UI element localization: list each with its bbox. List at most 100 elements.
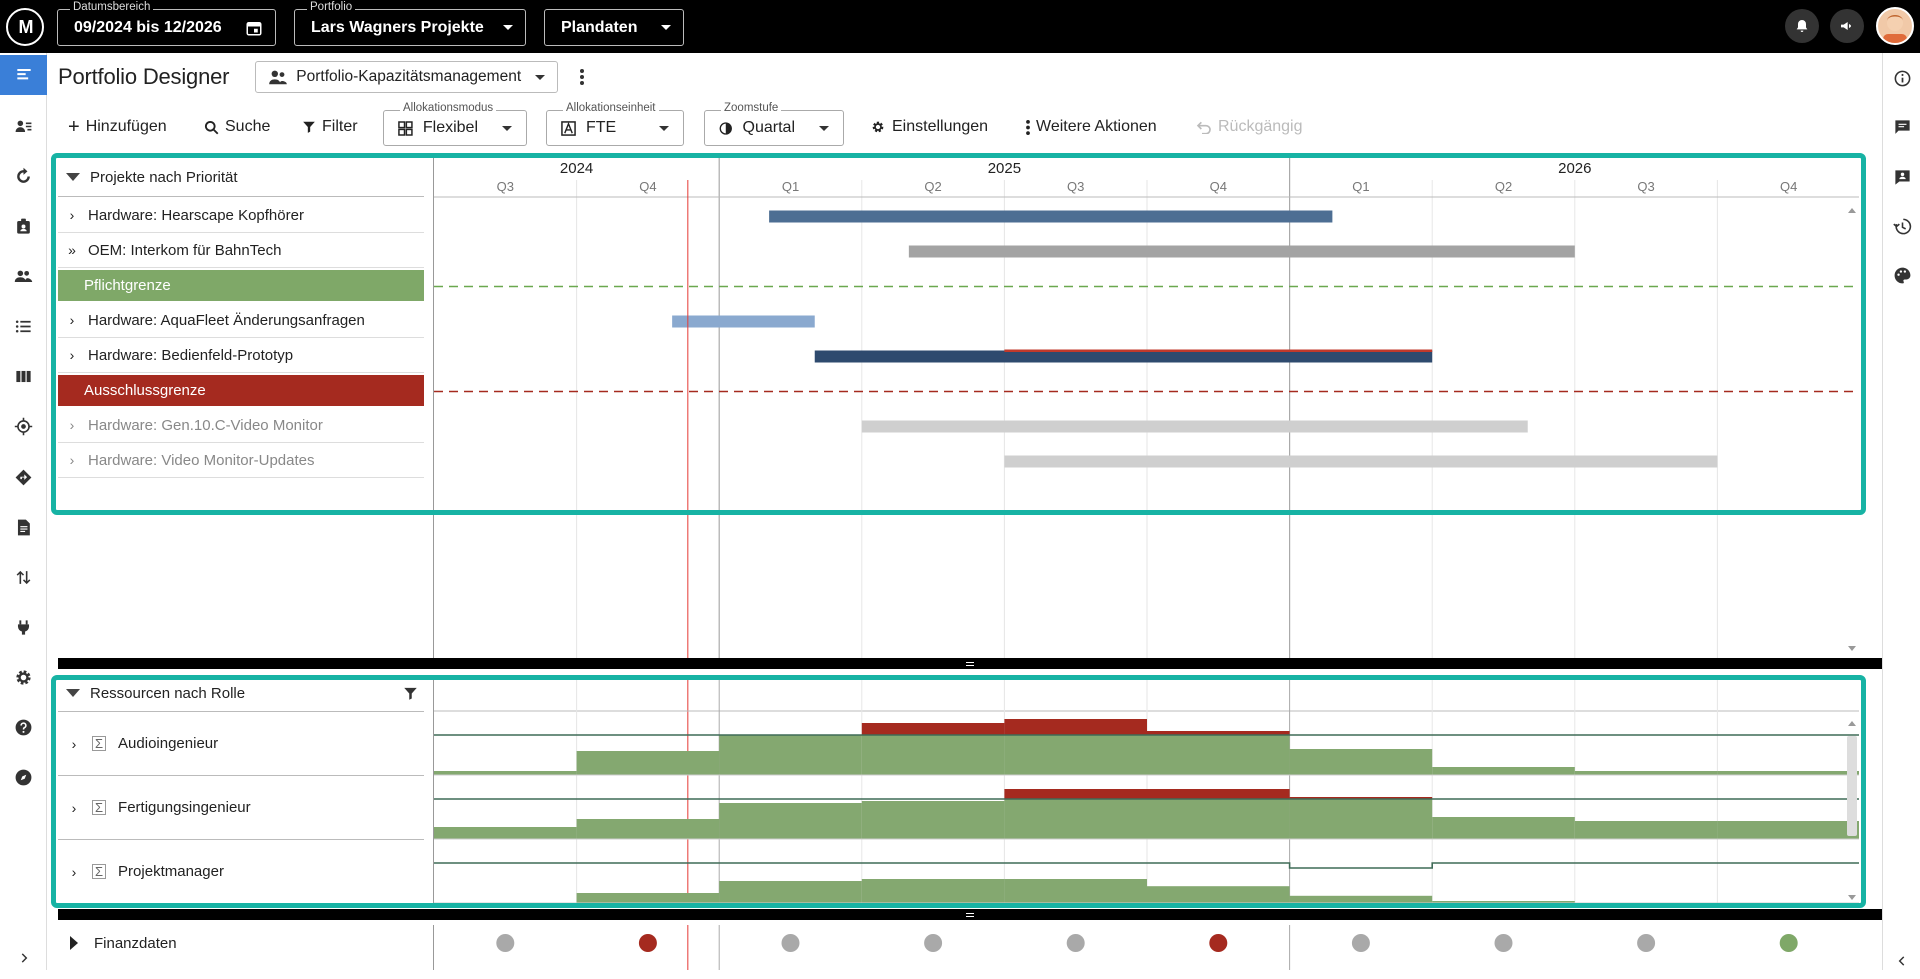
data-mode-selector[interactable]: Plandaten	[544, 9, 684, 46]
project-bar[interactable]	[814, 350, 1433, 363]
portfolio-selector[interactable]: Portfolio Lars Wagners Projekte	[294, 1, 526, 46]
view-menu-button[interactable]	[572, 62, 592, 92]
resource-scrollbar[interactable]	[1847, 736, 1857, 836]
nav-item-bullet-list[interactable]	[0, 306, 47, 346]
app-logo[interactable]: M	[6, 8, 44, 46]
side-panel-palette[interactable]	[1883, 257, 1920, 293]
chevron-right-icon[interactable]: ›	[66, 417, 78, 433]
project-row[interactable]: › Hardware: Video Monitor-Updates	[58, 443, 424, 478]
nav-item-swap[interactable]	[0, 557, 47, 597]
view-selector[interactable]: Portfolio-Kapazitätsmanagement	[255, 61, 559, 93]
announcements-button[interactable]	[1830, 9, 1864, 43]
project-row[interactable]: › Hardware: Gen.10.C-Video Monitor	[58, 408, 424, 443]
more-actions-label: Weitere Aktionen	[1036, 118, 1157, 135]
nav-item-refresh[interactable]	[0, 156, 47, 196]
zoom-level-select[interactable]: Zoomstufe Quartal	[704, 102, 844, 146]
project-bar[interactable]	[908, 245, 1575, 258]
resource-list: Ressourcen nach Rolle › Σ Audioingenieur › Σ…	[58, 676, 424, 906]
filter-icon[interactable]	[403, 686, 418, 701]
finance-status-dot[interactable]	[1351, 934, 1370, 952]
chevron-right-icon[interactable]: ›	[68, 864, 80, 880]
scroll-down-icon[interactable]	[1848, 895, 1856, 900]
finance-status-dot[interactable]	[1066, 934, 1085, 952]
resource-row[interactable]: › Σ Audioingenieur	[58, 712, 424, 776]
project-bar[interactable]	[672, 315, 815, 328]
chevron-right-icon[interactable]: ›	[66, 452, 78, 468]
finance-status-dot[interactable]	[638, 934, 657, 952]
chevron-right-icon[interactable]: ›	[66, 312, 78, 328]
project-group-header[interactable]: Projekte nach Priorität	[58, 160, 424, 194]
nav-item-plug[interactable]	[0, 607, 47, 647]
threshold-row[interactable]: Ausschlussgrenze	[58, 375, 424, 406]
nav-item-user-list[interactable]	[0, 106, 47, 146]
resource-row[interactable]: › Σ Fertigungsingenieur	[58, 776, 424, 840]
search-icon	[204, 120, 219, 134]
side-panel-chat[interactable]	[1883, 109, 1920, 145]
finance-status-dot[interactable]	[924, 934, 943, 952]
quarter-label: Q3	[1637, 179, 1654, 194]
notifications-button[interactable]	[1785, 9, 1819, 43]
project-bar[interactable]	[861, 420, 1528, 433]
nav-item-help[interactable]	[0, 707, 47, 747]
threshold-row[interactable]: Pflichtgrenze	[58, 270, 424, 301]
project-row[interactable]: » OEM: Interkom für BahnTech	[58, 233, 424, 268]
project-timeline: 2024 2025 2026 Q3 Q4 Q1 Q2 Q3 Q4 Q1 Q2 Q3 Q4	[434, 155, 1859, 658]
filter-button[interactable]: Filter	[302, 112, 358, 142]
splitter-projects-resources[interactable]	[58, 658, 1882, 669]
user-list-icon	[15, 120, 32, 132]
nav-item-target[interactable]	[0, 406, 47, 446]
side-panel-comment[interactable]	[1883, 159, 1920, 195]
splitter-resources-finance[interactable]	[58, 909, 1882, 920]
finance-status-dot[interactable]	[1494, 934, 1513, 952]
nav-item-gear[interactable]	[0, 657, 47, 697]
scroll-down-icon[interactable]	[1848, 646, 1856, 651]
project-row[interactable]: › Hardware: AquaFleet Änderungsanfragen	[58, 303, 424, 338]
collapse-nav-button[interactable]	[0, 938, 47, 978]
nav-item-compass[interactable]	[0, 757, 47, 797]
bell-icon	[1796, 20, 1808, 32]
chevron-right-icon[interactable]: ›	[66, 347, 78, 363]
nav-item-document[interactable]	[0, 507, 47, 547]
finance-status-dot[interactable]	[1637, 934, 1656, 952]
nav-item-columns[interactable]	[0, 356, 47, 396]
side-panel-info[interactable]	[1883, 60, 1920, 96]
date-range-selector[interactable]: Datumsbereich 09/2024 bis 12/2026	[57, 1, 276, 46]
search-button[interactable]: Suche	[204, 112, 270, 142]
demand-bar	[1432, 767, 1575, 775]
add-button[interactable]: + Hinzufügen	[68, 112, 167, 142]
finance-status-dot[interactable]	[496, 934, 515, 952]
side-panel-history[interactable]	[1883, 208, 1920, 244]
data-mode-value: Plandaten	[561, 18, 638, 36]
allocation-unit-select[interactable]: Allokationseinheit FTE	[546, 102, 684, 146]
project-bar[interactable]	[1004, 455, 1718, 468]
project-bar[interactable]	[769, 210, 1333, 223]
finance-header[interactable]: Finanzdaten	[58, 925, 424, 961]
finance-status-dot[interactable]	[1209, 934, 1228, 952]
scroll-up-icon[interactable]	[1848, 721, 1856, 726]
double-chevron-right-icon[interactable]: »	[66, 242, 78, 258]
nav-item-people[interactable]	[0, 256, 47, 296]
collapse-side-panel-button[interactable]	[1883, 943, 1920, 979]
chevron-right-icon[interactable]: ›	[66, 207, 78, 223]
settings-button[interactable]: Einstellungen	[870, 112, 988, 142]
project-row[interactable]: › Hardware: Hearscape Kopfhörer	[58, 198, 424, 233]
undo-button[interactable]: Rückgängig	[1196, 112, 1303, 142]
chevron-down-icon	[503, 25, 513, 30]
panel-divider	[433, 155, 434, 658]
resource-row[interactable]: › Σ Projektmanager	[58, 840, 424, 904]
finance-status-dot[interactable]	[781, 934, 800, 952]
allocation-mode-select[interactable]: Allokationsmodus Flexibel	[383, 102, 527, 146]
project-row[interactable]: › Hardware: Bedienfeld-Prototyp	[58, 338, 424, 373]
more-actions-button[interactable]: Weitere Aktionen	[1026, 112, 1157, 142]
calendar-icon	[246, 21, 262, 35]
chevron-right-icon[interactable]: ›	[68, 736, 80, 752]
nav-item-direction[interactable]	[0, 457, 47, 497]
nav-item-list[interactable]	[0, 55, 47, 95]
nav-item-badge[interactable]	[0, 206, 47, 246]
resource-group-label: Ressourcen nach Rolle	[90, 684, 246, 702]
finance-status-dot[interactable]	[1779, 934, 1798, 952]
user-avatar[interactable]	[1876, 7, 1914, 45]
chevron-right-icon[interactable]: ›	[68, 800, 80, 816]
scroll-up-icon[interactable]	[1848, 208, 1856, 213]
resource-group-header[interactable]: Ressourcen nach Rolle	[58, 676, 424, 710]
